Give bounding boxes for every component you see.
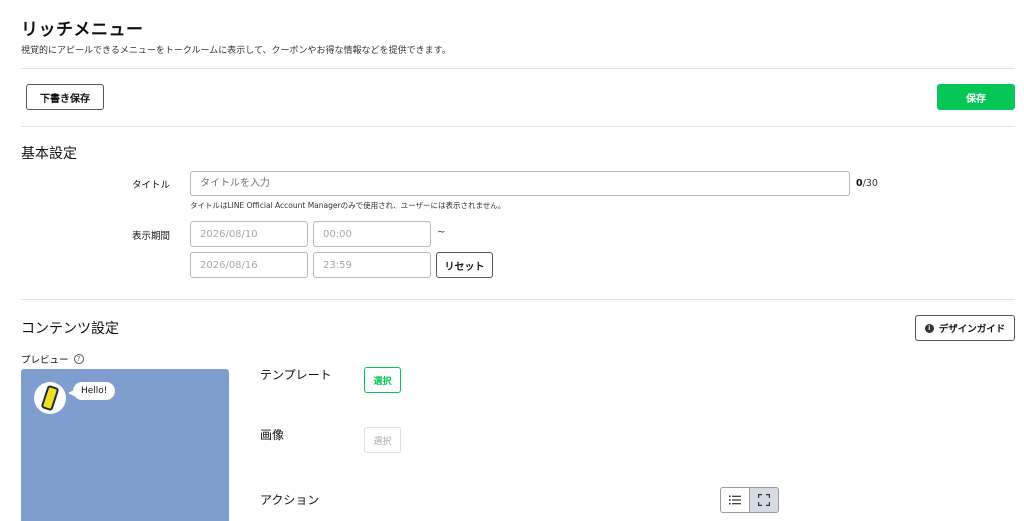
info-icon: i [924, 323, 934, 333]
end-date-input[interactable]: 2026/08/16 [190, 252, 308, 278]
chat-bubble: Hello! [67, 382, 116, 400]
template-label: テンプレート [260, 368, 332, 382]
divider [21, 299, 1015, 300]
image-select-button: 選択 [364, 427, 401, 453]
page-description: 視覚的にアピールできるメニューをトークルームに表示して、クーポンやお得な情報など… [21, 46, 451, 56]
reset-button[interactable]: リセット [436, 252, 493, 278]
image-label: 画像 [260, 428, 285, 442]
title-field-label: タイトル [131, 180, 170, 191]
divider [21, 68, 1015, 69]
list-view-toggle[interactable] [720, 487, 750, 513]
title-hint: タイトルはLINE Official Account Managerのみで使用さ… [190, 201, 506, 210]
title-input[interactable] [190, 171, 850, 196]
rich-menu-preview: Hello! [21, 369, 229, 521]
list-icon [729, 495, 741, 505]
avatar [34, 382, 66, 414]
design-guide-button[interactable]: i デザインガイド [915, 315, 1015, 341]
page-title: リッチメニュー [21, 20, 144, 40]
design-guide-label: デザインガイド [938, 324, 1006, 335]
end-time-input[interactable]: 23:59 [313, 252, 431, 278]
save-draft-button[interactable]: 下書き保存 [26, 84, 104, 110]
period-separator: ~ [437, 227, 446, 238]
divider [21, 126, 1015, 127]
template-select-button[interactable]: 選択 [364, 367, 401, 393]
help-icon[interactable]: ? [73, 354, 84, 364]
preview-label: プレビュー [21, 355, 69, 366]
basic-settings-title: 基本設定 [21, 146, 77, 162]
expand-view-toggle[interactable] [749, 487, 779, 513]
counter-max: /30 [862, 178, 878, 189]
period-field-label: 表示期間 [131, 231, 170, 242]
counter-current: 0 [856, 178, 863, 189]
preview-label-row: プレビュー ? [21, 352, 84, 366]
expand-icon [758, 494, 770, 506]
content-settings-title: コンテンツ設定 [21, 321, 119, 337]
title-char-counter: 0/30 [856, 178, 878, 189]
action-label: アクション [260, 493, 320, 507]
save-button[interactable]: 保存 [937, 84, 1015, 110]
phone-icon [40, 384, 60, 412]
start-date-input[interactable]: 2026/08/10 [190, 221, 308, 247]
start-time-input[interactable]: 00:00 [313, 221, 431, 247]
